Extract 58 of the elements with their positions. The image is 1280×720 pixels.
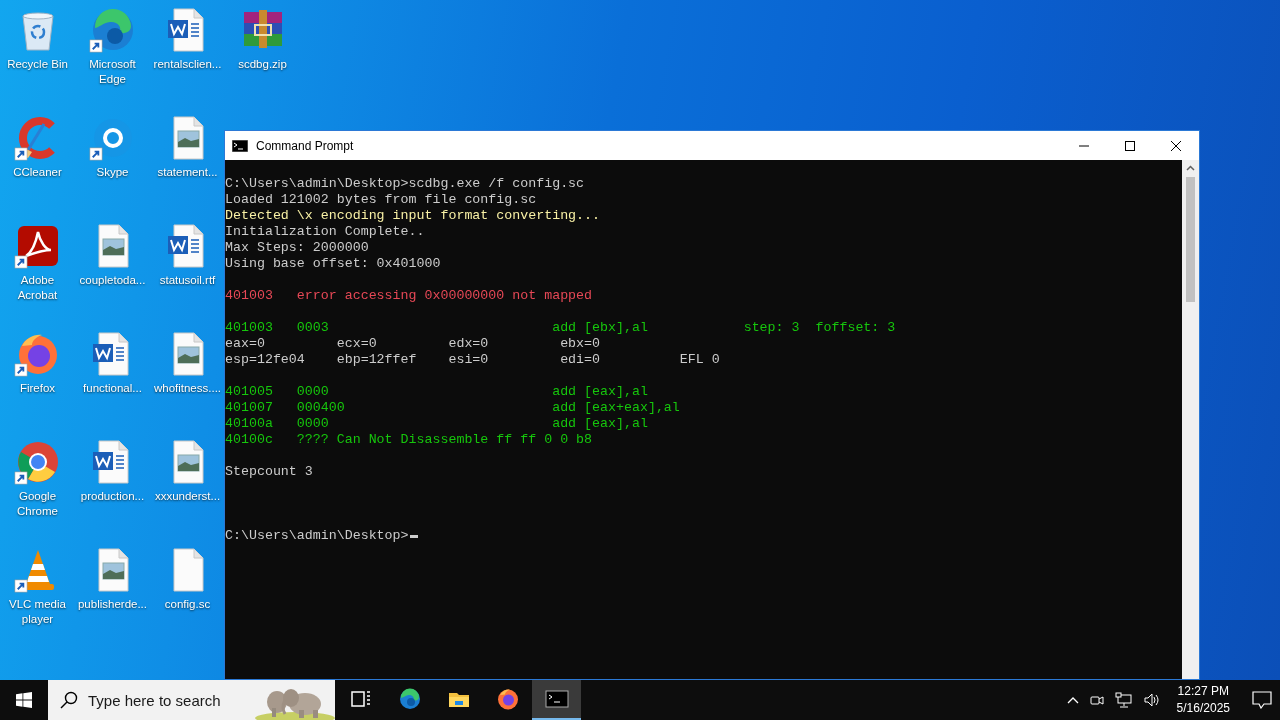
search-field[interactable]: Type here to search	[88, 690, 238, 710]
icon-label: config.sc	[164, 597, 211, 612]
console-line: 40100a 0000 add [eax],al	[225, 416, 648, 432]
icon-label: coupletoda...	[79, 273, 146, 288]
icon-label: Skype	[96, 165, 129, 180]
console-icon	[544, 687, 569, 711]
console-prompt: C:\Users\admin\Desktop>	[225, 528, 409, 544]
console-line: 401005 0000 add [eax],al	[225, 384, 648, 400]
console-line: Detected \x encoding input format converting...	[225, 208, 601, 224]
console-line: Max Steps: 2000000	[225, 240, 369, 256]
clock-time: 12:27 PM	[1177, 683, 1229, 700]
scrollbar[interactable]	[1182, 160, 1199, 679]
taskbar-app[interactable]	[532, 680, 581, 720]
icon-label: functional...	[83, 381, 142, 396]
fox-browser-icon	[495, 687, 520, 711]
icon-label: Firefox	[19, 381, 56, 396]
window-title: Command Prompt	[256, 138, 355, 153]
scrollbar-thumb[interactable]	[1186, 177, 1195, 302]
icon-label: xxxunderst...	[154, 489, 221, 504]
console-line: eax=0 ecx=0 edx=0 ebx=0	[225, 336, 601, 352]
search-box[interactable]: Type here to search	[48, 680, 335, 720]
text-cursor	[409, 534, 418, 538]
speaker-icon[interactable]	[1142, 692, 1161, 708]
console-line: Initialization Complete..	[225, 224, 425, 240]
console-line: esp=12fe04 ebp=12ffef esi=0 edi=0 EFL 0	[225, 352, 720, 368]
windows-logo-icon	[16, 692, 32, 708]
console-icon	[232, 139, 248, 152]
chevron-up-icon[interactable]	[1066, 696, 1079, 704]
console-line: Stepcount 3	[225, 464, 313, 480]
clock-date: 5/16/2025	[1176, 700, 1230, 717]
scroll-up-icon[interactable]	[1186, 164, 1195, 173]
icon-label: Recycle Bin	[7, 57, 68, 72]
console-line: Using base offset: 0x401000	[225, 256, 441, 272]
icon-label: rentalsclien...	[153, 57, 222, 72]
clock[interactable]: 12:27 PM 5/16/2025	[1170, 683, 1236, 717]
close-icon	[1171, 140, 1181, 151]
icon-label: publisherde...	[77, 597, 147, 612]
console-line: 401003 error accessing 0x00000000 not mapped	[225, 288, 593, 304]
icon-label: statusoil.rtf	[159, 273, 216, 288]
browser-icon	[397, 687, 422, 711]
icon-label: scdbg.zip	[238, 57, 287, 72]
icon-label: CCleaner	[13, 165, 62, 180]
icon-label: production...	[80, 489, 145, 504]
search-icon	[60, 691, 78, 709]
console-line: C:\Users\admin\Desktop>scdbg.exe /f config.sc	[225, 176, 585, 192]
console-line: 401007 000400 add [eax+eax],al	[225, 400, 680, 416]
network-icon[interactable]	[1114, 692, 1133, 708]
icon-label: Adobe Acrobat	[16, 273, 59, 303]
icon-label: statement...	[157, 165, 218, 180]
icon-label: whofitness....	[153, 381, 222, 396]
maximize-icon	[1125, 140, 1135, 151]
icon-label: Microsoft Edge	[88, 57, 137, 87]
notification-icon[interactable]	[1252, 691, 1272, 709]
icon-label: VLC media player	[8, 597, 67, 627]
console-line: Loaded 121002 bytes from file config.sc	[225, 192, 537, 208]
console-line: 40100c ???? Can Not Disassemble ff ff 0 0 b8	[225, 432, 593, 448]
icon-label: Google Chrome	[16, 489, 59, 519]
console-line: 401003 0003 add [ebx],al step: 3 foffset: 3	[225, 320, 896, 336]
